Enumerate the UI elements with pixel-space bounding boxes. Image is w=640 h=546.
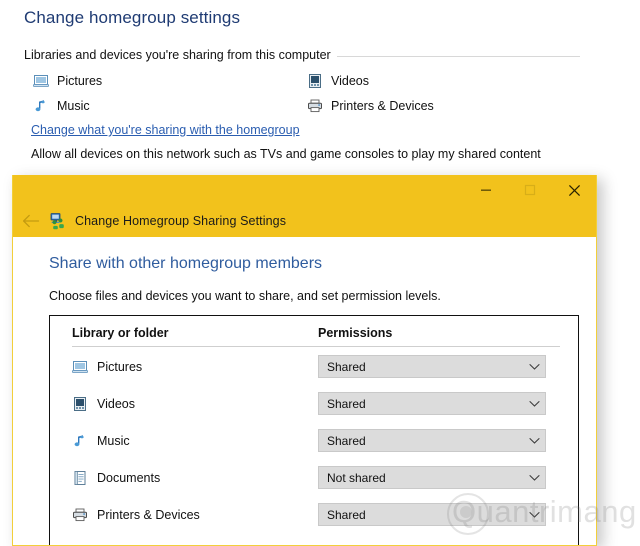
dialog-heading: Share with other homegroup members [49,255,323,272]
videos-icon [307,73,323,89]
row-label-music: Music [72,433,130,449]
chevron-down-icon [523,474,545,482]
permission-value: Shared [327,396,366,411]
table-header-divider [72,346,560,347]
table-row: Videos Shared [50,387,578,424]
table-row: Printers & Devices Shared [50,498,578,535]
row-label-text: Pictures [97,360,143,374]
shared-item-pictures: Pictures [33,73,102,89]
pictures-icon [72,359,88,375]
chevron-down-icon [523,400,545,408]
pictures-icon [33,73,49,89]
table-row: Pictures Shared [50,350,578,387]
permission-select-documents[interactable]: Not shared [318,466,546,489]
shared-item-printers-devices: Printers & Devices [307,98,434,114]
dialog-body: Share with other homegroup members Choos… [13,237,596,545]
column-header-library: Library or folder [72,326,169,340]
shared-item-label: Printers & Devices [331,99,434,113]
window-controls [464,175,596,205]
chevron-down-icon [523,437,545,445]
sharing-table: Library or folder Permissions Pictures S… [49,315,579,545]
permission-select-videos[interactable]: Shared [318,392,546,415]
row-label-text: Printers & Devices [97,508,200,522]
maximize-button[interactable] [508,175,552,205]
allow-devices-note: Allow all devices on this network such a… [31,147,541,161]
documents-icon [72,470,88,486]
dialog-subheading: Choose files and devices you want to sha… [49,289,441,303]
table-row: Documents Not shared [50,461,578,498]
row-label-printers-devices: Printers & Devices [72,507,200,523]
permission-value: Shared [327,433,366,448]
chevron-down-icon [523,511,545,519]
videos-icon [72,396,88,412]
shared-item-music: Music [33,98,90,114]
music-icon [72,433,88,449]
row-label-pictures: Pictures [72,359,142,375]
permission-select-pictures[interactable]: Shared [318,355,546,378]
permission-value: Shared [327,507,366,522]
shared-item-label: Music [57,99,90,113]
permission-value: Shared [327,359,366,374]
page-title: Change homegroup settings [24,8,241,27]
close-button[interactable] [552,175,596,205]
row-label-documents: Documents [72,470,160,486]
table-header-row: Library or folder Permissions [50,316,578,350]
permission-select-music[interactable]: Shared [318,429,546,452]
row-label-text: Music [97,434,130,448]
change-homegroup-sharing-dialog: Change Homegroup Sharing Settings Share … [12,175,597,546]
permission-select-printers-devices[interactable]: Shared [318,503,546,526]
minimize-button[interactable] [464,175,508,205]
row-label-text: Videos [97,397,135,411]
column-header-permissions: Permissions [318,326,393,340]
printers-devices-icon [307,98,323,114]
printers-devices-icon [72,507,88,523]
dialog-title: Change Homegroup Sharing Settings [75,214,287,228]
table-row: Music Shared [50,424,578,461]
change-sharing-link[interactable]: Change what you're sharing with the home… [31,123,300,137]
shared-item-label: Pictures [57,74,103,88]
shared-item-videos: Videos [307,73,369,89]
shared-item-label: Videos [331,74,369,88]
group-header-label: Libraries and devices you're sharing fro… [24,48,337,62]
row-label-text: Documents [97,471,161,485]
music-icon [33,98,49,114]
dialog-title-bar: Change Homegroup Sharing Settings [13,175,596,237]
back-arrow-icon[interactable] [13,205,49,237]
dialog-nav-row: Change Homegroup Sharing Settings [13,205,286,237]
permission-value: Not shared [327,470,386,485]
row-label-videos: Videos [72,396,135,412]
homegroup-icon [49,212,67,230]
chevron-down-icon [523,363,545,371]
